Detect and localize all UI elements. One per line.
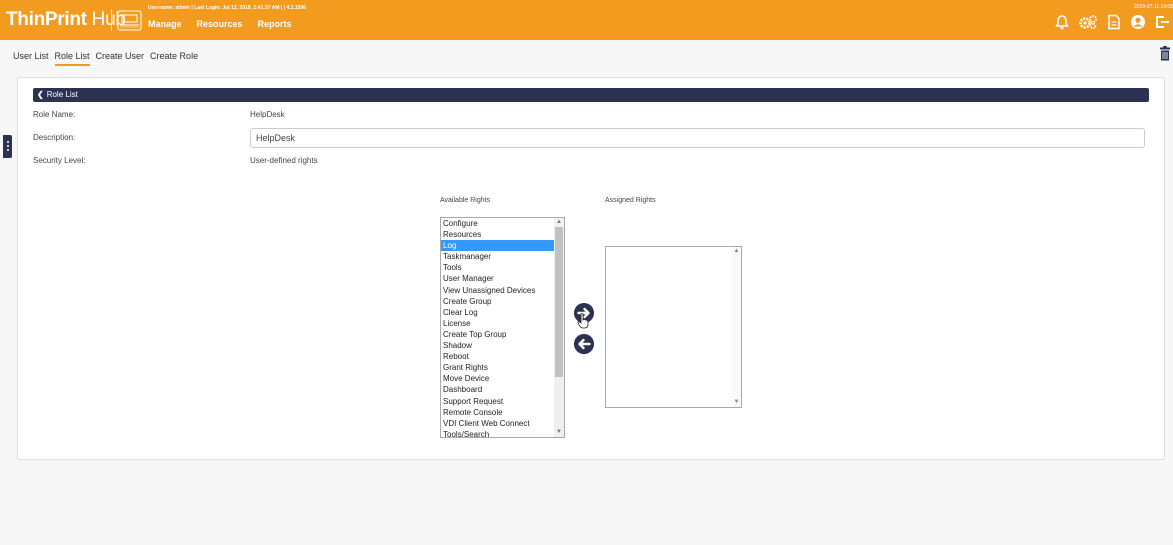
date-time: 2019-07-11 19:00	[1133, 4, 1173, 10]
right-option[interactable]: View Unassigned Devices	[441, 285, 554, 296]
assigned-rights-label: Assigned Rights	[605, 197, 656, 204]
bell-icon[interactable]	[1054, 14, 1070, 30]
scroll-down-icon[interactable]: ▼	[554, 428, 564, 437]
right-option[interactable]: Create Top Group	[441, 329, 554, 340]
right-option[interactable]: Reboot	[441, 351, 554, 362]
tab-role-list[interactable]: Role List	[54, 51, 90, 66]
right-option[interactable]: License	[441, 318, 554, 329]
available-rights-label: Available Rights	[440, 197, 491, 204]
dot	[7, 141, 9, 143]
printer-logo-icon	[117, 10, 142, 31]
available-rights-list[interactable]: Configure Resources Log Taskmanager Tool…	[440, 217, 565, 438]
user-circle-icon[interactable]	[1130, 14, 1146, 30]
role-name-label: Role Name:	[33, 110, 76, 119]
brand-name: ThinPrint	[6, 9, 87, 30]
right-option[interactable]: Taskmanager	[441, 251, 554, 262]
available-rights-scrollbar[interactable]: ▲ ▼	[554, 218, 564, 437]
right-option[interactable]: Create Group	[441, 296, 554, 307]
top-header: ThinPrint Hub Username: admin | Last Log…	[0, 0, 1173, 40]
right-option[interactable]: Tools	[441, 262, 554, 273]
logout-icon[interactable]	[1154, 14, 1170, 30]
nav-resources[interactable]: Resources	[197, 19, 243, 29]
document-icon[interactable]	[1106, 14, 1122, 30]
scroll-up-icon[interactable]: ▲	[732, 247, 741, 256]
assigned-rights-scrollbar[interactable]: ▲ ▼	[732, 247, 741, 407]
right-option[interactable]: Clear Log	[441, 307, 554, 318]
main-nav: Manage Resources Reports	[148, 19, 292, 29]
assigned-rights-list[interactable]: ▲ ▼	[605, 246, 742, 408]
right-option-selected[interactable]: Log	[441, 240, 554, 252]
tab-user-list[interactable]: User List	[13, 51, 49, 66]
right-option[interactable]: Grant Rights	[441, 362, 554, 373]
back-label: Role List	[46, 90, 78, 99]
dot	[7, 149, 9, 151]
brand-divider	[111, 9, 112, 31]
right-option[interactable]: User Manager	[441, 273, 554, 284]
tab-create-role[interactable]: Create Role	[150, 51, 198, 66]
remove-right-button[interactable]	[574, 334, 594, 354]
nav-reports[interactable]: Reports	[258, 19, 292, 29]
right-option[interactable]: Support Request	[441, 396, 554, 407]
right-option[interactable]: Configure	[441, 218, 554, 229]
description-field[interactable]	[250, 128, 1145, 148]
security-level-value: User-defined rights	[250, 156, 318, 165]
dot	[7, 145, 9, 147]
scroll-up-icon[interactable]: ▲	[554, 218, 564, 227]
hand-cursor-icon	[577, 313, 589, 329]
user-info-line: Username: admin | Last Login: Jul 12, 20…	[148, 5, 306, 11]
scroll-thumb[interactable]	[555, 227, 563, 377]
right-option[interactable]: Tools/Search	[441, 429, 554, 437]
sub-nav: User List Role List Create User Create R…	[13, 51, 198, 66]
nav-manage[interactable]: Manage	[148, 19, 182, 29]
security-level-label: Security Level:	[33, 156, 86, 165]
right-option[interactable]: Remote Console	[441, 407, 554, 418]
brand-logo-text[interactable]: ThinPrint Hub	[6, 9, 126, 31]
right-option[interactable]: VDI Client Web Connect	[441, 418, 554, 429]
right-option[interactable]: Move Device	[441, 373, 554, 384]
chevron-left-icon: ❮	[37, 90, 44, 99]
description-label: Description:	[33, 133, 76, 142]
trash-icon[interactable]	[1159, 46, 1171, 61]
role-name-value: HelpDesk	[250, 110, 285, 119]
right-option[interactable]: Dashboard	[441, 384, 554, 395]
gears-icon[interactable]	[1078, 14, 1098, 30]
right-option[interactable]: Shadow	[441, 340, 554, 351]
back-to-role-list[interactable]: ❮ Role List	[33, 88, 1149, 102]
tab-create-user[interactable]: Create User	[96, 51, 145, 66]
role-panel: ❮ Role List Role Name: HelpDesk Descripti…	[17, 77, 1165, 460]
right-option[interactable]: Resources	[441, 229, 554, 240]
header-icons	[1054, 14, 1170, 30]
scroll-down-icon[interactable]: ▼	[732, 398, 741, 407]
side-menu-toggle[interactable]	[3, 135, 12, 158]
